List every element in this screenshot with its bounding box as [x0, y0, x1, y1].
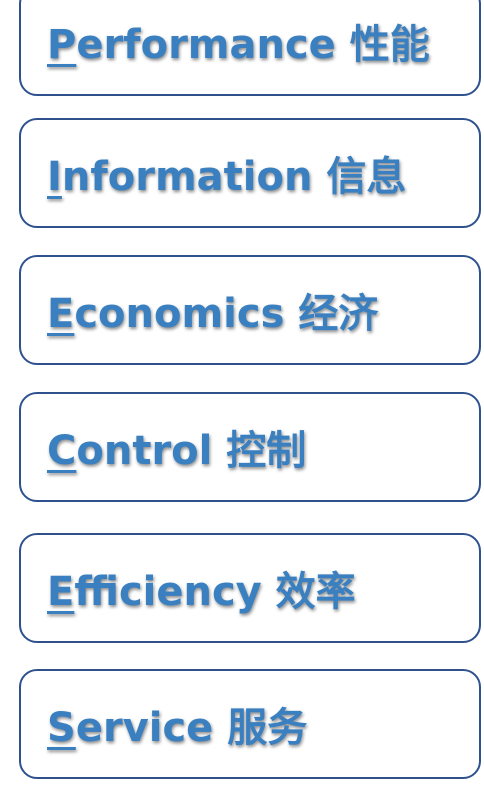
category-list: Performance 性能 Information 信息 Economics … — [0, 0, 484, 786]
category-text: erformance 性能 — [76, 22, 430, 68]
category-initial: P — [47, 22, 77, 68]
category-text: fficiency 效率 — [74, 569, 356, 615]
category-label-performance: Performance 性能 — [47, 12, 430, 70]
category-text: nformation 信息 — [61, 154, 407, 200]
category-label-efficiency: Efficiency 效率 — [47, 559, 356, 617]
category-label-economics: Economics 经济 — [47, 281, 378, 339]
category-label-information: Information 信息 — [47, 144, 406, 202]
category-box-performance: Performance 性能 — [19, 0, 481, 96]
category-box-control: Control 控制 — [19, 392, 481, 502]
category-label-service: Service 服务 — [47, 695, 307, 753]
category-initial: I — [47, 154, 62, 200]
category-initial: E — [47, 291, 75, 337]
category-text: ervice 服务 — [75, 705, 308, 751]
category-initial: E — [47, 569, 75, 615]
category-box-information: Information 信息 — [19, 118, 481, 228]
category-box-service: Service 服务 — [19, 669, 481, 779]
category-box-efficiency: Efficiency 效率 — [19, 533, 481, 643]
category-initial: C — [47, 428, 77, 474]
category-text: conomics 经济 — [74, 291, 379, 337]
category-text: ontrol 控制 — [76, 428, 307, 474]
category-initial: S — [47, 705, 76, 751]
category-box-economics: Economics 经济 — [19, 255, 481, 365]
category-label-control: Control 控制 — [47, 418, 306, 476]
